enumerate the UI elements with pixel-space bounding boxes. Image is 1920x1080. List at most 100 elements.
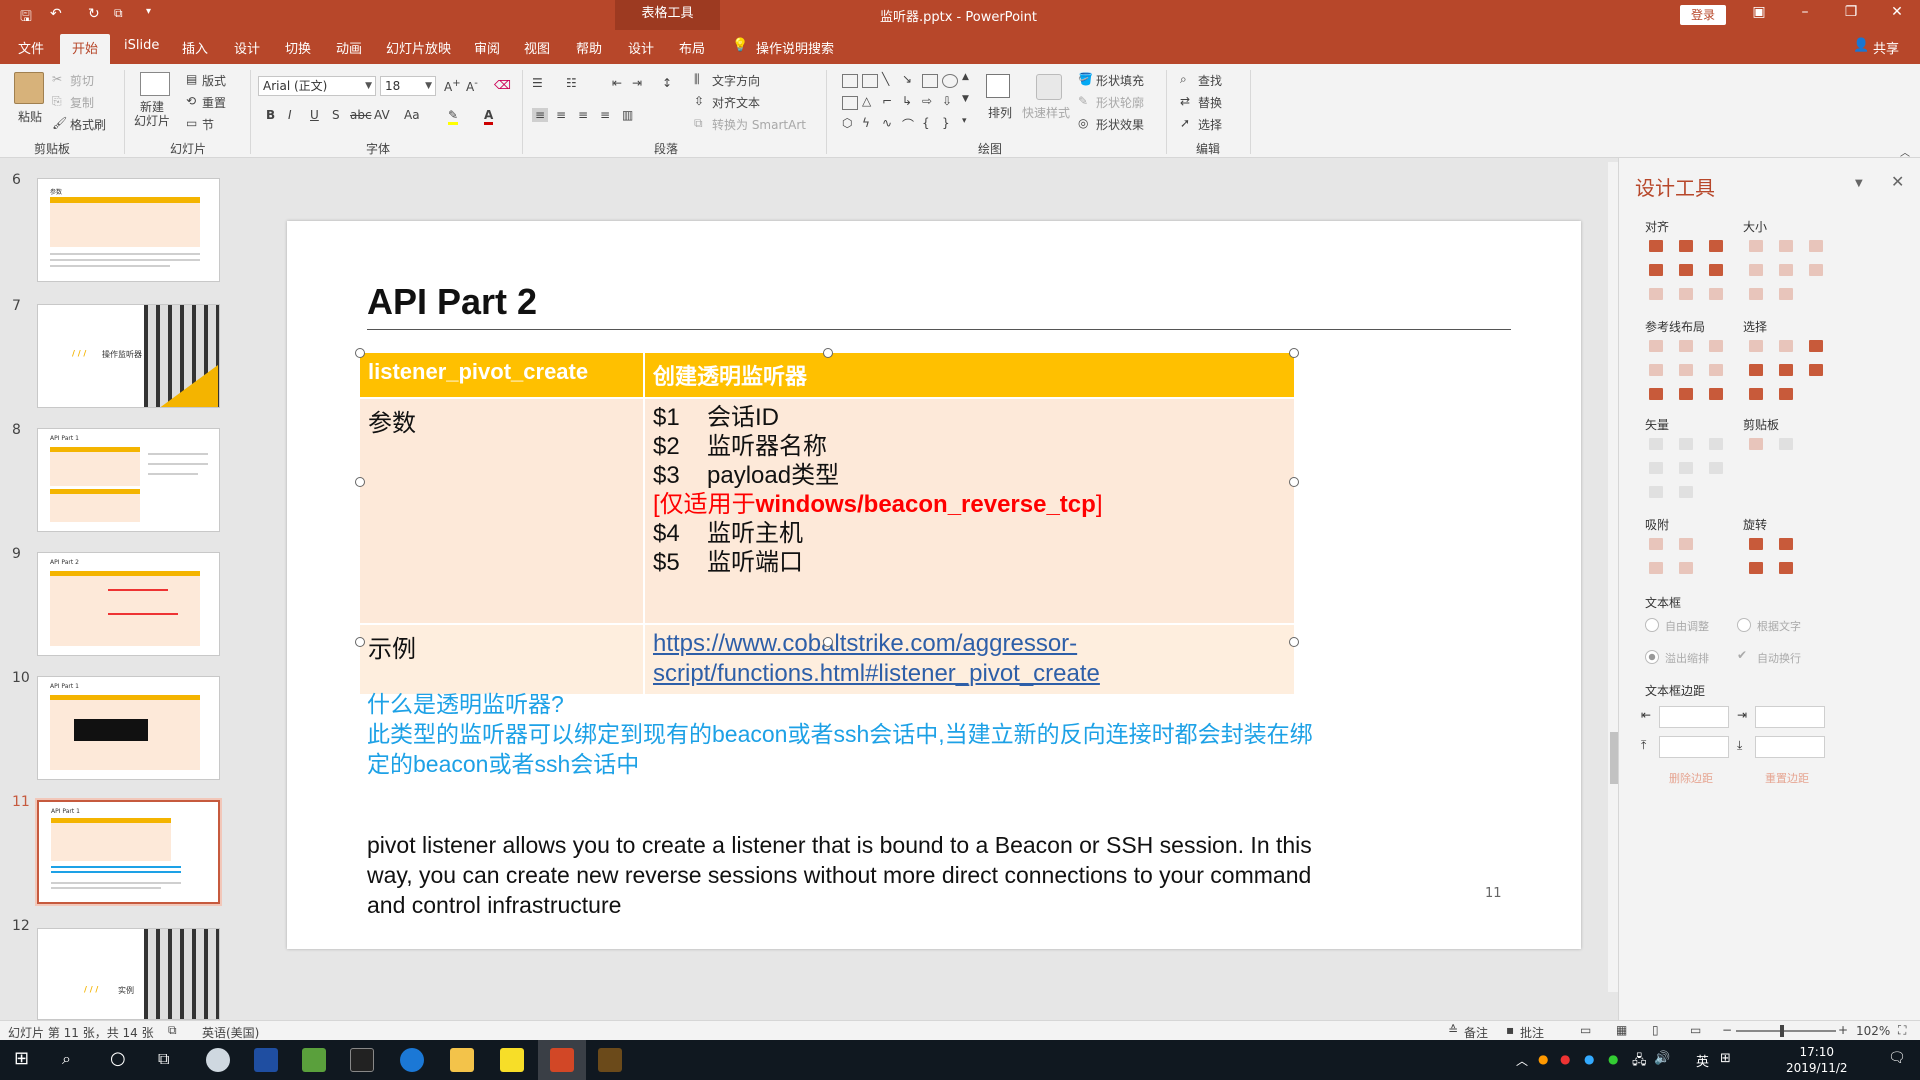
- cortana-icon[interactable]: ○: [110, 1048, 126, 1069]
- italic-icon[interactable]: I: [288, 108, 292, 122]
- brace-shape-icon[interactable]: {: [922, 116, 930, 130]
- vector-tool-icon[interactable]: [1709, 438, 1723, 450]
- guide-tool-icon[interactable]: [1709, 340, 1723, 352]
- format-painter-icon[interactable]: 🖌: [52, 116, 67, 130]
- find-button[interactable]: 查找: [1198, 72, 1222, 89]
- rectangle-shape-icon[interactable]: [922, 74, 938, 88]
- minimize-icon[interactable]: –: [1790, 4, 1820, 20]
- slide-title[interactable]: API Part 2: [367, 281, 537, 323]
- example-link[interactable]: https://www.cobaltstrike.com/aggressor-: [653, 629, 1286, 659]
- guide-tool-icon[interactable]: [1649, 364, 1663, 376]
- connector2-shape-icon[interactable]: ↳: [902, 94, 912, 108]
- tab-insert[interactable]: 插入: [182, 38, 208, 57]
- zoom-slider[interactable]: [1736, 1025, 1836, 1037]
- file-explorer-icon[interactable]: [450, 1048, 474, 1072]
- find-icon[interactable]: ⌕: [1180, 72, 1187, 87]
- vector-tool-icon[interactable]: [1649, 438, 1663, 450]
- ribbon-display-icon[interactable]: ▣: [1744, 4, 1774, 20]
- margin-left-input[interactable]: [1659, 706, 1729, 728]
- normal-view-icon[interactable]: ▭: [1580, 1023, 1591, 1037]
- size-tool-icon[interactable]: [1749, 288, 1763, 300]
- vector-tool-icon[interactable]: [1679, 486, 1693, 498]
- format-painter-button[interactable]: 格式刷: [70, 116, 106, 133]
- align-text-button[interactable]: 对齐文本: [712, 94, 760, 111]
- numbering-icon[interactable]: ☷: [566, 76, 577, 90]
- quick-styles-icon[interactable]: [1036, 74, 1062, 100]
- align-bottom-tool-icon[interactable]: [1709, 264, 1723, 276]
- resize-handle[interactable]: [823, 348, 833, 358]
- select-tool-icon[interactable]: [1779, 364, 1793, 376]
- table-cell-params[interactable]: $1 会话ID $2 监听器名称 $3 payload类型 [仅适用于windows/…: [644, 397, 1294, 624]
- login-button[interactable]: 登录: [1680, 5, 1726, 25]
- ie-icon[interactable]: [400, 1048, 424, 1072]
- align-text-icon[interactable]: ⇳: [694, 94, 704, 108]
- fit-text-radio[interactable]: [1737, 618, 1751, 632]
- select-tool-icon[interactable]: [1809, 340, 1823, 352]
- shape-effects-button[interactable]: 形状效果: [1096, 116, 1144, 133]
- font-size-combo[interactable]: 18 ▼: [380, 76, 436, 96]
- arrange-icon[interactable]: [986, 74, 1010, 98]
- reading-view-icon[interactable]: ▯: [1652, 1023, 1659, 1037]
- english-note[interactable]: pivot listener allows you to create a li…: [367, 830, 1327, 920]
- resize-handle[interactable]: [1289, 477, 1299, 487]
- share-button[interactable]: 共享: [1873, 38, 1899, 57]
- resize-handle[interactable]: [355, 477, 365, 487]
- size-tool-icon[interactable]: [1779, 240, 1793, 252]
- tab-transitions[interactable]: 切换: [285, 38, 311, 57]
- save-icon[interactable]: 🖫: [20, 6, 32, 30]
- guide-tool-icon[interactable]: [1679, 388, 1693, 400]
- pen-icon[interactable]: ✎: [1078, 94, 1088, 108]
- resize-handle[interactable]: [355, 348, 365, 358]
- right-arrow-shape-icon[interactable]: ⇨: [922, 94, 932, 108]
- table-header-cell[interactable]: listener_pivot_create: [360, 353, 645, 398]
- wechat-icon[interactable]: ●: [1608, 1052, 1618, 1066]
- align-top-tool-icon[interactable]: [1649, 264, 1663, 276]
- guide-tool-icon[interactable]: [1709, 364, 1723, 376]
- tab-table-layout[interactable]: 布局: [679, 38, 705, 57]
- line-shape-icon[interactable]: ╲: [882, 72, 889, 86]
- resize-handle[interactable]: [1289, 637, 1299, 647]
- clear-format-icon[interactable]: ⌫: [494, 78, 511, 92]
- close-icon[interactable]: ✕: [1882, 4, 1912, 20]
- snap-tool-icon[interactable]: [1679, 538, 1693, 550]
- triangle-shape-icon[interactable]: △: [862, 94, 871, 108]
- slide-sorter-icon[interactable]: ▦: [1616, 1023, 1627, 1037]
- paste-tool-icon[interactable]: [1779, 438, 1793, 450]
- brace-right-shape-icon[interactable]: }: [942, 116, 950, 130]
- section-icon[interactable]: ▭: [186, 116, 197, 130]
- example-link[interactable]: script/functions.html#listener_pivot_cre…: [653, 659, 1286, 689]
- guide-tool-icon[interactable]: [1649, 340, 1663, 352]
- guide-tool-icon[interactable]: [1679, 364, 1693, 376]
- vector-tool-icon[interactable]: [1649, 462, 1663, 474]
- notepad-icon[interactable]: [302, 1048, 326, 1072]
- network-icon[interactable]: 🖧: [1632, 1051, 1647, 1073]
- powerpoint-icon[interactable]: [550, 1048, 574, 1072]
- powershell-icon[interactable]: [254, 1048, 278, 1072]
- panel-options-icon[interactable]: ▼: [1855, 178, 1863, 189]
- restore-icon[interactable]: ❐: [1836, 4, 1866, 20]
- snap-tool-icon[interactable]: [1679, 562, 1693, 574]
- customize-qat-icon[interactable]: ▾: [146, 6, 151, 17]
- smartart-icon[interactable]: ⧉: [694, 116, 703, 131]
- shadow-icon[interactable]: S: [332, 108, 340, 122]
- copy-button[interactable]: 复制: [70, 94, 94, 111]
- size-tool-icon[interactable]: [1779, 288, 1793, 300]
- vector-tool-icon[interactable]: [1649, 486, 1663, 498]
- textbox-vertical-shape-icon[interactable]: [862, 74, 878, 88]
- select-tool-icon[interactable]: [1809, 364, 1823, 376]
- align-right-tool-icon[interactable]: [1709, 240, 1723, 252]
- underline-icon[interactable]: U: [310, 108, 319, 122]
- clock[interactable]: 17:10 2019/11/2: [1786, 1044, 1848, 1076]
- increase-indent-icon[interactable]: ⇥: [632, 76, 642, 90]
- resize-handle[interactable]: [823, 637, 833, 647]
- undo-icon[interactable]: ↶: [50, 6, 62, 22]
- flip-tool-icon[interactable]: [1749, 562, 1763, 574]
- notification-icon[interactable]: 🗨: [1888, 1050, 1906, 1066]
- highlight-icon[interactable]: ✎: [448, 108, 459, 125]
- checkmark-icon[interactable]: ✔: [1737, 648, 1747, 662]
- size-tool-icon[interactable]: [1779, 264, 1793, 276]
- margin-top-input[interactable]: [1659, 736, 1729, 758]
- align-middle-tool-icon[interactable]: [1679, 264, 1693, 276]
- oval-shape-icon[interactable]: [942, 74, 958, 88]
- autofit-radio[interactable]: [1645, 618, 1659, 632]
